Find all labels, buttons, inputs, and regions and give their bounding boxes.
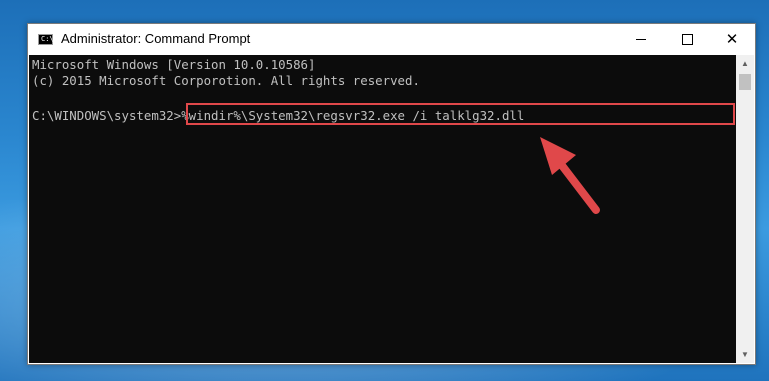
title-bar[interactable]: C:\ Administrator: Command Prompt ✕ xyxy=(28,24,755,55)
window-title: Administrator: Command Prompt xyxy=(61,31,251,46)
maximize-icon xyxy=(681,33,693,45)
scroll-thumb[interactable] xyxy=(739,74,751,90)
chevron-up-icon: ▲ xyxy=(741,59,749,68)
cmd-icon: C:\ xyxy=(38,34,54,45)
console-line-version: Microsoft Windows [Version 10.0.10586] xyxy=(32,57,316,72)
close-button[interactable]: ✕ xyxy=(709,24,755,54)
chevron-down-icon: ▼ xyxy=(741,350,749,359)
desktop-background: C:\ Administrator: Command Prompt ✕ Micr… xyxy=(0,0,769,381)
scroll-down-button[interactable]: ▼ xyxy=(736,346,754,363)
minimize-button[interactable] xyxy=(618,24,664,54)
command-prompt-window: C:\ Administrator: Command Prompt ✕ Micr… xyxy=(27,23,756,365)
vertical-scrollbar[interactable]: ▲ ▼ xyxy=(736,55,754,363)
command-highlight-box xyxy=(186,103,735,125)
maximize-button[interactable] xyxy=(664,24,710,54)
scroll-up-button[interactable]: ▲ xyxy=(736,55,754,72)
minimize-icon xyxy=(636,38,646,40)
console-line-copyright: (c) 2015 Microsoft Corporotion. All righ… xyxy=(32,73,420,88)
close-icon: ✕ xyxy=(725,29,739,48)
cmd-icon-glyph: C:\ xyxy=(41,35,54,43)
red-arrow-icon xyxy=(540,137,600,214)
console-output[interactable]: Microsoft Windows [Version 10.0.10586] (… xyxy=(29,55,736,363)
